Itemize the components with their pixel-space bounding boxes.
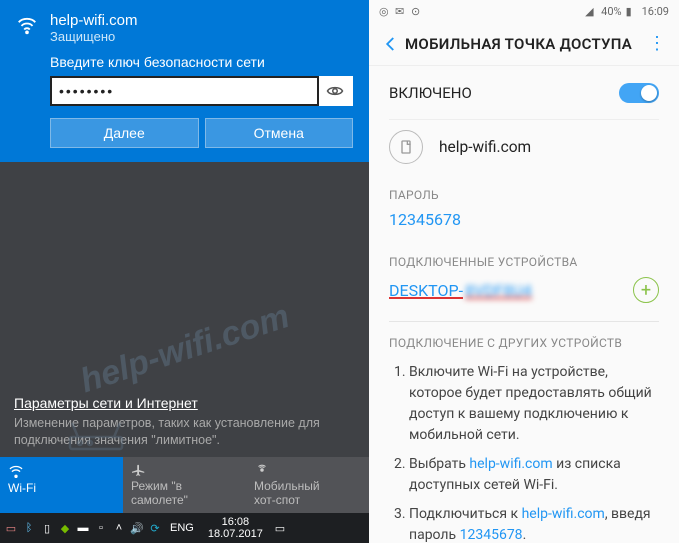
instruction-step-2: Выбрать help-wifi.com из списка доступны… <box>409 454 659 496</box>
tray-up-icon[interactable]: ▭ <box>4 521 18 535</box>
step-text: Включите Wi-Fi на устройстве, которое бу… <box>409 364 652 443</box>
password-input[interactable] <box>51 77 318 105</box>
add-device-button[interactable]: + <box>633 277 659 303</box>
wifi-dialog-header: help-wifi.com Защищено <box>16 12 353 44</box>
taskbar-clock[interactable]: 16:08 18.07.2017 <box>202 516 269 540</box>
signal-icon: ◢ <box>585 5 597 17</box>
hotspot-ssid-row[interactable]: help-wifi.com <box>389 120 659 174</box>
whatsapp-icon: ✉ <box>395 5 407 17</box>
tile-label-2: хот-спот <box>254 493 300 507</box>
battery-percent: 40% <box>601 5 621 18</box>
airplane-icon <box>131 463 147 477</box>
tile-label: Wi-Fi <box>8 481 36 495</box>
reveal-password-icon[interactable] <box>318 82 352 100</box>
devices-section-label: ПОДКЛЮЧЕННЫЕ УСТРОЙСТВА <box>389 255 659 269</box>
network-ssid: help-wifi.com <box>50 12 353 29</box>
router-watermark-icon <box>66 421 126 455</box>
hotspot-toggle-row: ВКЛЮЧЕНО <box>389 66 659 120</box>
overflow-menu-icon[interactable]: ⋮ <box>643 33 671 54</box>
hotspot-password[interactable]: 12345678 <box>389 210 659 229</box>
instagram-icon: ◎ <box>379 5 391 17</box>
android-content[interactable]: ВКЛЮЧЕНО help-wifi.com ПАРОЛЬ 12345678 П… <box>369 66 679 543</box>
hotspot-icon <box>254 463 270 477</box>
ssid-link: help-wifi.com <box>522 506 605 522</box>
password-field-row <box>50 76 353 106</box>
network-flyout-body: help-wifi.com Параметры сети и Интернет … <box>0 162 369 543</box>
wifi-icon <box>8 463 24 479</box>
instruction-step-3: Подключиться к help-wifi.com, введя паро… <box>409 504 659 543</box>
tile-mobile-hotspot[interactable]: Мобильный хот-спот <box>246 457 369 513</box>
connected-device-row: DESKTOP- 8VDF8U4 + <box>389 277 659 303</box>
bluetooth-icon[interactable]: ᛒ <box>22 521 36 535</box>
taskbar: ▭ ᛒ ▯ ◆ ▬ ▫ ˄ 🔊 ⟳ ENG 16:08 18.07.2017 ▭ <box>0 513 369 543</box>
instructions-label: ПОДКЛЮЧЕНИЕ С ДРУГИХ УСТРОЙСТВ <box>389 336 659 350</box>
step-text: . <box>523 527 527 543</box>
password-link: 12345678 <box>460 527 523 543</box>
ssid-link: help-wifi.com <box>469 456 552 472</box>
network-settings-description: Изменение параметров, таких как установл… <box>14 415 355 449</box>
enabled-label: ВКЛЮЧЕНО <box>389 84 619 102</box>
quick-action-tiles: Wi-Fi Режим "в самолете" Мобильный хот-с… <box>0 457 369 513</box>
wifi-connect-dialog: help-wifi.com Защищено Введите ключ безо… <box>0 0 369 162</box>
tile-wifi[interactable]: Wi-Fi <box>0 457 123 513</box>
next-button[interactable]: Далее <box>50 118 199 148</box>
back-button[interactable] <box>377 35 405 53</box>
step-text: Подключиться к <box>409 506 522 522</box>
step-text: Выбрать <box>409 456 469 472</box>
battery-icon: ▮ <box>626 5 638 17</box>
nvidia-icon[interactable]: ◆ <box>58 521 72 535</box>
network-status: Защищено <box>50 29 353 44</box>
taskbar-time: 16:08 <box>208 516 263 528</box>
android-statusbar: ◎ ✉ ⊙ ◢ 40% ▮ 16:09 <box>369 0 679 22</box>
device-name-suffix[interactable]: 8VDF8U4 <box>465 281 532 300</box>
password-section-label: ПАРОЛЬ <box>389 188 659 202</box>
network-settings-link[interactable]: Параметры сети и Интернет <box>14 395 198 411</box>
hotspot-toggle[interactable] <box>619 83 659 103</box>
instruction-step-1: Включите Wi-Fi на устройстве, которое бу… <box>409 362 659 446</box>
dialog-buttons: Далее Отмена <box>50 118 353 148</box>
tile-label: Мобильный <box>254 479 320 493</box>
document-icon <box>389 130 423 164</box>
tile-airplane-mode[interactable]: Режим "в самолете" <box>123 457 246 513</box>
network-settings-section: Параметры сети и Интернет Изменение пара… <box>0 385 369 457</box>
language-indicator[interactable]: ENG <box>166 522 198 534</box>
hotspot-status-icon: ⊙ <box>411 5 423 17</box>
hotspot-ssid: help-wifi.com <box>439 138 531 156</box>
instructions-list: Включите Wi-Fi на устройстве, которое бу… <box>409 362 659 543</box>
android-header: МОБИЛЬНАЯ ТОЧКА ДОСТУПА ⋮ <box>369 22 679 66</box>
statusbar-time: 16:09 <box>642 5 669 18</box>
volume-icon[interactable]: 🔊 <box>130 521 144 535</box>
chevron-up-icon[interactable]: ˄ <box>112 521 126 535</box>
screen-title: МОБИЛЬНАЯ ТОЧКА ДОСТУПА <box>405 35 643 53</box>
battery-icon[interactable]: ▬ <box>76 521 90 535</box>
tray-icon[interactable]: ▯ <box>40 521 54 535</box>
tile-label-2: самолете" <box>131 493 188 507</box>
tray-icon-2[interactable]: ▫ <box>94 521 108 535</box>
sync-icon[interactable]: ⟳ <box>148 521 162 535</box>
cancel-button[interactable]: Отмена <box>205 118 354 148</box>
notifications-icon[interactable]: ▭ <box>273 521 287 535</box>
wifi-icon <box>16 14 38 36</box>
password-prompt: Введите ключ безопасности сети <box>50 54 353 70</box>
divider <box>389 321 659 322</box>
taskbar-date: 18.07.2017 <box>208 528 263 540</box>
device-name-prefix[interactable]: DESKTOP- <box>389 281 463 300</box>
android-hotspot-screen: ◎ ✉ ⊙ ◢ 40% ▮ 16:09 МОБИЛЬНАЯ ТОЧКА ДОСТ… <box>369 0 679 543</box>
windows-wifi-panel: help-wifi.com Защищено Введите ключ безо… <box>0 0 369 543</box>
tile-label: Режим "в <box>131 479 182 493</box>
